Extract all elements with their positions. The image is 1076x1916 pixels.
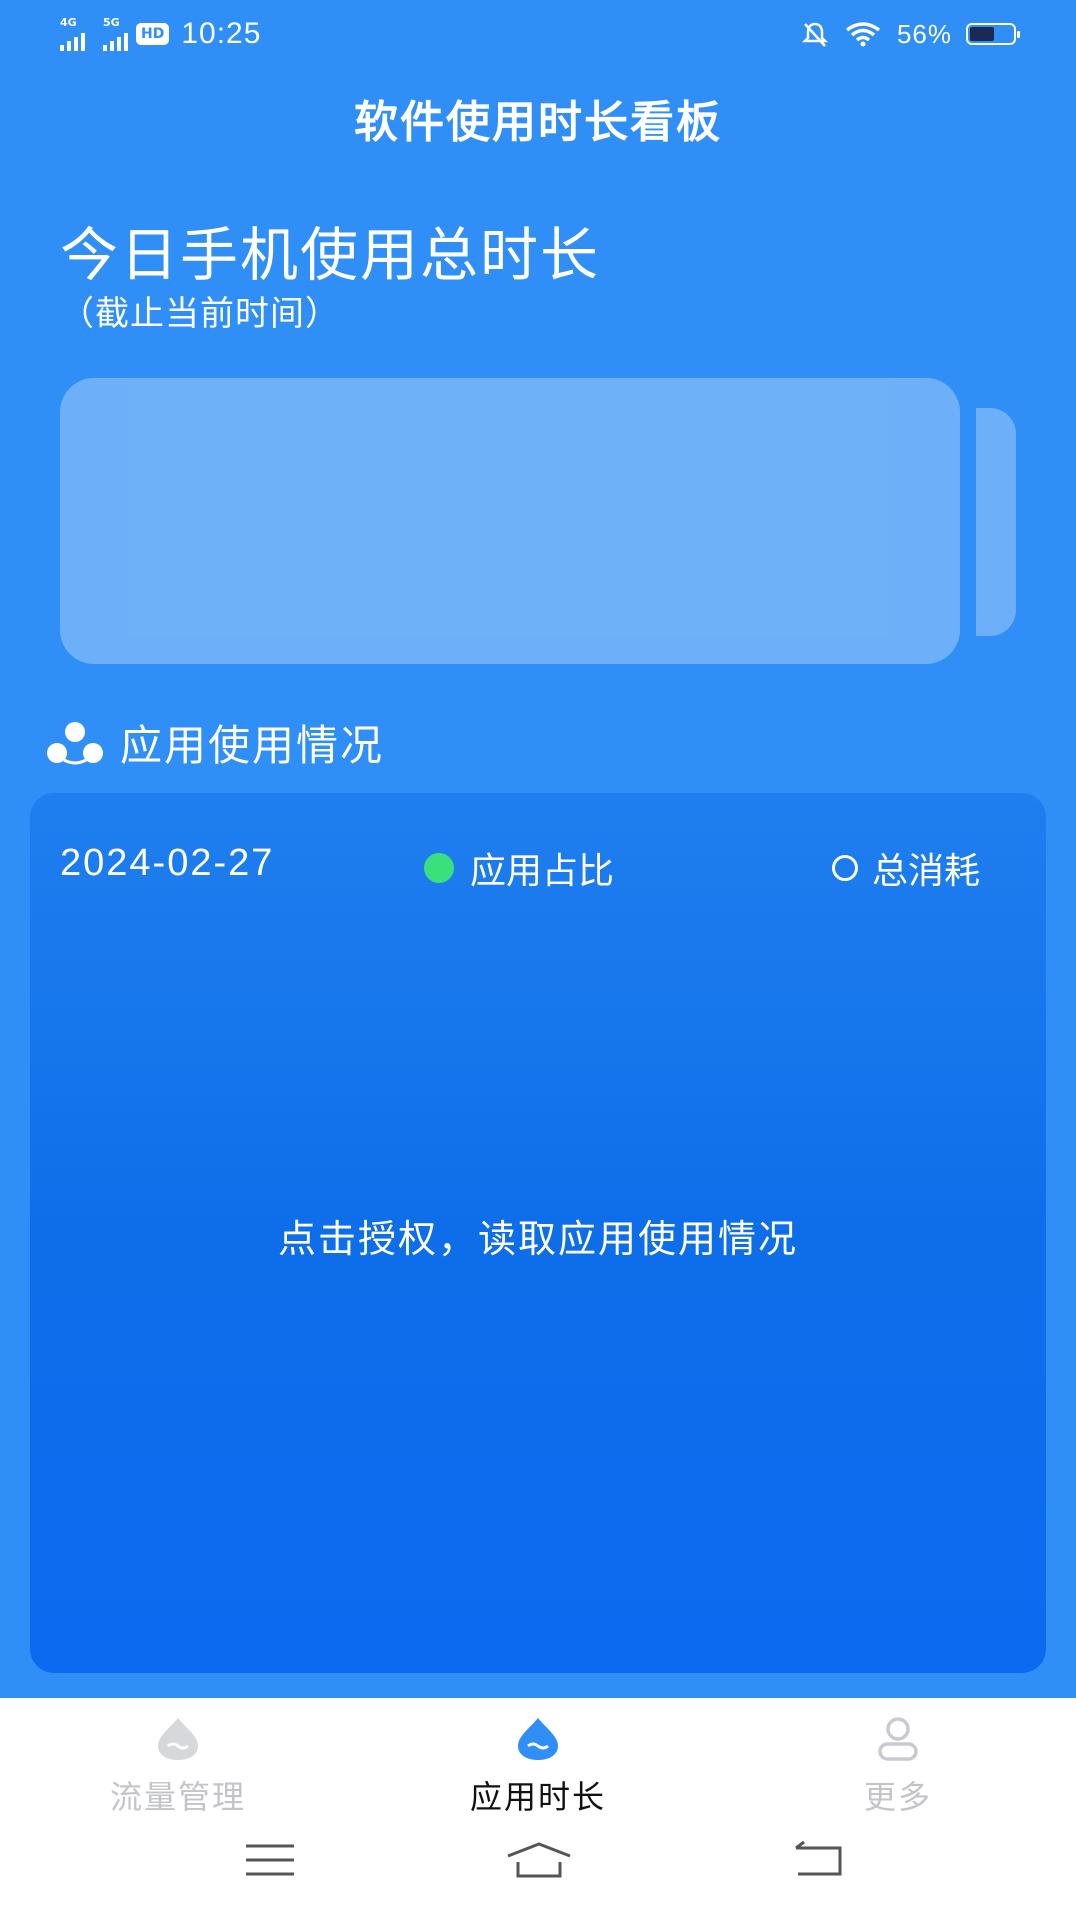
today-usage-title: 今日手机使用总时长 bbox=[60, 221, 601, 289]
status-bar: 4G 5G HD 10:25 56% bbox=[0, 0, 1076, 66]
mute-icon bbox=[801, 22, 828, 47]
nav-item-more[interactable]: 更多 bbox=[768, 1716, 1028, 1818]
signal-icon: 4G bbox=[60, 17, 85, 51]
authorize-button[interactable]: 点击授权，读取应用使用情况 bbox=[0, 1208, 1076, 1263]
hd-icon: HD bbox=[136, 23, 170, 45]
nav-label: 应用时长 bbox=[469, 1778, 606, 1816]
page-title: 软件使用时长看板 bbox=[354, 97, 722, 148]
card-date[interactable]: 2024-02-27 bbox=[60, 842, 274, 885]
today-usage-subtitle: （截止当前时间） bbox=[60, 294, 340, 334]
battery-percent: 56% bbox=[896, 18, 952, 49]
status-right: 56% bbox=[801, 14, 1020, 54]
legend-total-consumption[interactable]: 总消耗 bbox=[832, 842, 980, 894]
nav-label: 流量管理 bbox=[109, 1778, 246, 1816]
status-left: 4G 5G HD 10:25 bbox=[60, 14, 261, 54]
people-group-icon bbox=[47, 721, 103, 764]
battery-icon bbox=[966, 23, 1020, 45]
signal-icon: 5G bbox=[103, 17, 128, 51]
drop-icon bbox=[158, 1718, 198, 1760]
legend-app-share-label: 应用占比 bbox=[470, 851, 615, 892]
status-time: 10:25 bbox=[181, 17, 262, 50]
nav-label: 更多 bbox=[863, 1778, 932, 1816]
person-icon bbox=[878, 1717, 918, 1761]
section-title: 应用使用情况 bbox=[120, 721, 385, 770]
radio-selected-icon[interactable] bbox=[424, 853, 454, 883]
battery-fill bbox=[970, 27, 994, 41]
menu-icon[interactable] bbox=[244, 1840, 296, 1880]
section-header: 应用使用情况 bbox=[46, 712, 384, 773]
usage-battery-cap bbox=[976, 408, 1016, 636]
drop-icon bbox=[518, 1718, 558, 1760]
legend-total-label: 总消耗 bbox=[872, 851, 981, 892]
wifi-icon bbox=[845, 22, 881, 47]
usage-battery-panel bbox=[60, 378, 960, 664]
home-icon[interactable] bbox=[504, 1840, 574, 1880]
nav-item-app-duration[interactable]: 应用时长 bbox=[408, 1716, 668, 1818]
system-nav-bar bbox=[0, 1830, 1076, 1900]
nav-item-traffic[interactable]: 流量管理 bbox=[48, 1716, 308, 1818]
back-icon[interactable] bbox=[792, 1840, 846, 1880]
network-type-1: 4G bbox=[60, 16, 77, 29]
network-type-2: 5G bbox=[103, 16, 120, 29]
legend-app-share[interactable]: 应用占比 bbox=[424, 842, 614, 894]
radio-unselected-icon[interactable] bbox=[832, 855, 858, 881]
